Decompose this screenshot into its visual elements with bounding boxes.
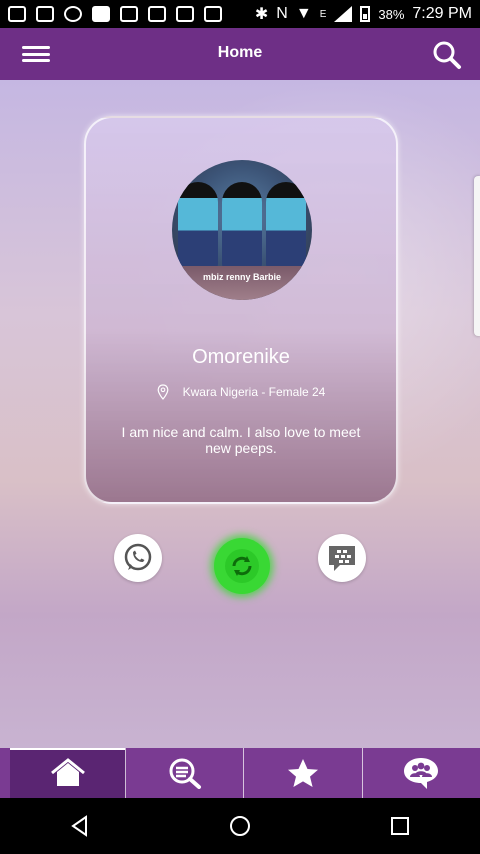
photo-watermark: mbiz renny Barbie [202, 272, 282, 282]
recents-button[interactable] [385, 811, 415, 841]
back-icon [71, 815, 87, 837]
battery-icon [360, 6, 371, 22]
status-bar: ✱ N ▼ E 38% 7:29 PM [0, 0, 480, 28]
profile-card[interactable]: mbiz renny Barbie Omorenike Kwara Nigeri… [84, 116, 398, 504]
bbm-icon [329, 546, 355, 571]
profile-bio: I am nice and calm. I also love to meet … [121, 424, 361, 456]
search-icon[interactable] [432, 40, 462, 70]
image-icon [148, 6, 166, 22]
photo-figure [222, 182, 262, 270]
bluetooth-icon: ✱ [254, 6, 269, 23]
chat-group-icon [404, 758, 439, 789]
b-app-icon [64, 6, 82, 22]
tab-favorites[interactable] [244, 748, 363, 798]
location-row: Kwara Nigeria - Female 24 [86, 384, 396, 400]
instagram-icon [120, 6, 138, 22]
search-list-icon [169, 758, 201, 789]
page-title: Home [217, 44, 263, 61]
location-pin-icon [157, 384, 169, 400]
tab-community[interactable] [363, 748, 480, 798]
nfc-icon: N [276, 5, 288, 22]
profile-name: Omorenike [192, 346, 290, 368]
mail-icon [176, 6, 194, 22]
whatsapp-button[interactable] [114, 534, 162, 582]
app-bar: Home [0, 28, 480, 80]
home-icon [50, 758, 85, 786]
refresh-icon [225, 549, 259, 583]
location-text: Kwara Nigeria - Female 24 [182, 385, 326, 399]
side-drawer-handle[interactable] [474, 176, 480, 336]
clock: 7:29 PM [412, 5, 472, 22]
system-status: ✱ N ▼ E 38% 7:29 PM [255, 4, 480, 24]
recents-icon [391, 817, 409, 835]
profile-photo[interactable]: mbiz renny Barbie [172, 160, 312, 300]
home-system-button[interactable] [225, 811, 255, 841]
home-circle-icon [230, 816, 250, 836]
tab-search[interactable] [126, 748, 245, 798]
back-button[interactable] [65, 811, 95, 841]
wifi-icon: ▼ [295, 5, 312, 22]
whatsapp-icon [124, 543, 152, 571]
star-icon [287, 759, 318, 787]
tab-home[interactable] [10, 748, 126, 798]
instagram-icon-2 [204, 6, 222, 22]
bbm-button[interactable] [318, 534, 366, 582]
blackberry-icon [36, 6, 54, 22]
stop-icon [92, 6, 110, 22]
system-nav-bar [0, 798, 480, 854]
bottom-nav [0, 748, 480, 798]
message-icon [8, 6, 26, 22]
photo-figure [266, 182, 306, 270]
signal-icon [334, 6, 353, 22]
refresh-button[interactable] [214, 538, 270, 594]
photo-figure [178, 182, 218, 270]
notification-icons [0, 6, 222, 22]
network-type-label: E [319, 8, 327, 20]
battery-percent: 38% [378, 6, 405, 22]
